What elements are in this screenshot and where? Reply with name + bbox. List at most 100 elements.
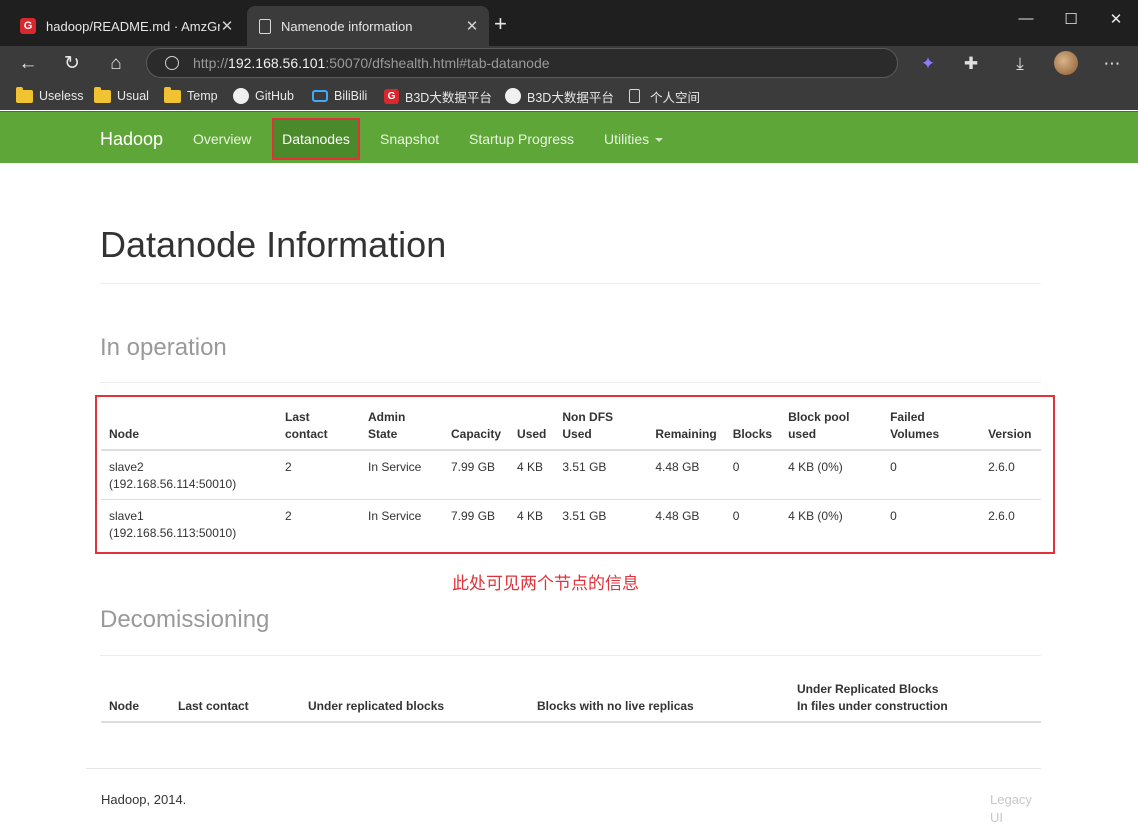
browser-tab-namenode[interactable]: Namenode information ✕ xyxy=(247,6,489,46)
nav-snapshot[interactable]: Snapshot xyxy=(380,131,439,147)
bookmarks-bar: Useless Usual Temp GitHub BiliBili G B3D大… xyxy=(0,82,1138,110)
nav-utilities[interactable]: Utilities xyxy=(604,131,664,147)
col-under-replicated-blocks: Under replicated blocks xyxy=(300,677,529,723)
cell-node: slave2 (192.168.56.114:50010) xyxy=(109,460,237,491)
divider xyxy=(100,382,1041,383)
col-capacity: Capacity xyxy=(443,405,510,451)
globe-icon xyxy=(165,56,179,70)
minimize-icon[interactable]: — xyxy=(1011,10,1041,27)
footer-divider xyxy=(86,768,1041,769)
col-remaining: Remaining xyxy=(647,405,725,451)
col-non-dfs-used: Non DFS Used xyxy=(554,405,648,451)
hadoop-brand[interactable]: Hadoop xyxy=(100,129,163,150)
cell-version: 2.6.0 xyxy=(980,499,1041,548)
col-under-construction: Under Replicated Blocks In files under co… xyxy=(789,677,1041,723)
cell-last-contact: 2 xyxy=(285,460,292,474)
page-content: Hadoop Overview Datanodes Snapshot Start… xyxy=(0,111,1138,838)
extensions-puzzle-icon[interactable]: ✚ xyxy=(957,51,985,77)
page-title: Datanode Information xyxy=(100,224,447,265)
tab-close-icon[interactable]: ✕ xyxy=(465,17,479,35)
cell-failed-volumes: 0 xyxy=(882,499,981,548)
cell-admin-state: In Service xyxy=(360,499,443,548)
url-path: :50070/dfshealth.html#tab-datanode xyxy=(325,55,550,71)
cell-version: 2.6.0 xyxy=(988,460,1015,474)
bookmark-github[interactable]: GitHub xyxy=(233,86,294,106)
cell-capacity: 7.99 GB xyxy=(451,460,496,474)
divider xyxy=(100,283,1041,284)
folder-icon xyxy=(16,86,33,103)
col-admin-state: Admin State xyxy=(360,405,443,451)
cell-non-dfs-used: 3.51 GB xyxy=(562,460,607,474)
bookmark-temp[interactable]: Temp xyxy=(164,86,218,106)
legacy-ui-link[interactable]: Legacy UI xyxy=(990,791,1040,827)
table-row: slave1 (192.168.56.113:50010) 2 In Servic… xyxy=(101,499,1041,548)
window-close-icon[interactable]: ✕ xyxy=(1101,10,1131,28)
bookmark-label: Usual xyxy=(117,89,149,103)
col-block-pool-used: Block pool used xyxy=(780,405,883,451)
page-icon xyxy=(629,89,640,103)
decommissioning-heading: Decomissioning xyxy=(100,606,270,633)
bilibili-icon xyxy=(312,90,328,102)
col-last-contact: Last contact xyxy=(277,405,360,451)
bookmark-useless[interactable]: Useless xyxy=(16,86,83,106)
bookmark-personal-space[interactable]: 个人空间 xyxy=(629,86,700,106)
folder-icon xyxy=(94,86,111,103)
bookmark-b3d-2[interactable]: B3D大数据平台 xyxy=(505,86,614,106)
col-node: Node xyxy=(101,677,170,723)
table-header-row: Node Last contact Admin State Capacity Use… xyxy=(101,405,1041,451)
cell-failed-volumes: 0 xyxy=(890,460,897,474)
g-icon: G xyxy=(384,88,399,104)
hadoop-navbar: Hadoop Overview Datanodes Snapshot Start… xyxy=(0,111,1138,163)
tab-title: hadoop/README.md · AmzGrain xyxy=(46,18,220,34)
browser-tab-bar: G hadoop/README.md · AmzGrain ✕ Namenode… xyxy=(0,0,1138,46)
download-icon[interactable]: ⤓ xyxy=(1006,51,1034,77)
tab-close-icon[interactable]: ✕ xyxy=(220,17,234,35)
new-tab-icon[interactable]: + xyxy=(494,13,507,35)
col-blocks-no-live-replicas: Blocks with no live replicas xyxy=(529,677,789,723)
url-scheme: http:// xyxy=(193,55,229,71)
nav-overview[interactable]: Overview xyxy=(193,131,251,147)
bookmark-label: 个人空间 xyxy=(650,90,701,105)
profile-avatar[interactable] xyxy=(1054,51,1078,75)
nav-startup-progress[interactable]: Startup Progress xyxy=(469,131,574,147)
col-node: Node xyxy=(101,405,277,451)
nav-datanodes[interactable]: Datanodes xyxy=(272,118,360,160)
col-version: Version xyxy=(980,405,1041,451)
github-icon xyxy=(233,88,249,104)
datanode-table: Node Last contact Admin State Capacity Use… xyxy=(101,405,1041,548)
g-favicon-icon: G xyxy=(20,18,36,34)
bookmark-label: B3D大数据平台 xyxy=(527,90,614,105)
url-host: 192.168.56.101 xyxy=(228,55,326,71)
divider xyxy=(100,655,1041,656)
cell-blocks: 0 xyxy=(732,460,740,474)
cell-used: 4 KB xyxy=(509,499,555,548)
bookmark-label: B3D大数据平台 xyxy=(405,90,492,105)
folder-icon xyxy=(164,86,181,103)
refresh-icon[interactable]: ↻ xyxy=(58,51,86,77)
back-arrow-icon[interactable]: ← xyxy=(14,51,42,77)
page-favicon-icon xyxy=(259,18,271,34)
cell-admin-state: In Service xyxy=(368,460,422,474)
in-operation-heading: In operation xyxy=(100,334,227,361)
github-icon xyxy=(505,88,521,104)
table-row: slave2 (192.168.56.114:50010) 2 In Servic… xyxy=(101,450,1041,500)
cell-remaining: 4.48 GB xyxy=(647,499,725,548)
bookmark-bilibili[interactable]: BiliBili xyxy=(312,86,367,106)
address-bar[interactable]: http:// 192.168.56.101 :50070/dfshealth.… xyxy=(146,48,898,78)
col-blocks: Blocks xyxy=(724,405,781,451)
bookmark-label: Useless xyxy=(39,89,84,103)
extension-planet-icon[interactable]: ✦ xyxy=(914,51,942,77)
browser-tab-readme[interactable]: G hadoop/README.md · AmzGrain ✕ xyxy=(8,6,244,46)
more-menu-icon[interactable]: ⋯ xyxy=(1098,51,1126,77)
cell-block-pool-used: 4 KB (0%) xyxy=(788,460,843,474)
footer-text: Hadoop, 2014. xyxy=(101,792,187,807)
home-icon[interactable]: ⌂ xyxy=(102,51,130,77)
bookmark-label: BiliBili xyxy=(334,89,368,103)
decommissioning-table: Node Last contact Under replicated block… xyxy=(101,677,1041,723)
bookmark-label: GitHub xyxy=(255,89,294,103)
cell-remaining: 4.48 GB xyxy=(655,460,700,474)
caret-down-icon xyxy=(655,138,664,143)
bookmark-b3d-1[interactable]: G B3D大数据平台 xyxy=(384,86,492,106)
bookmark-usual[interactable]: Usual xyxy=(94,86,149,106)
maximize-icon[interactable]: ☐ xyxy=(1056,10,1086,28)
